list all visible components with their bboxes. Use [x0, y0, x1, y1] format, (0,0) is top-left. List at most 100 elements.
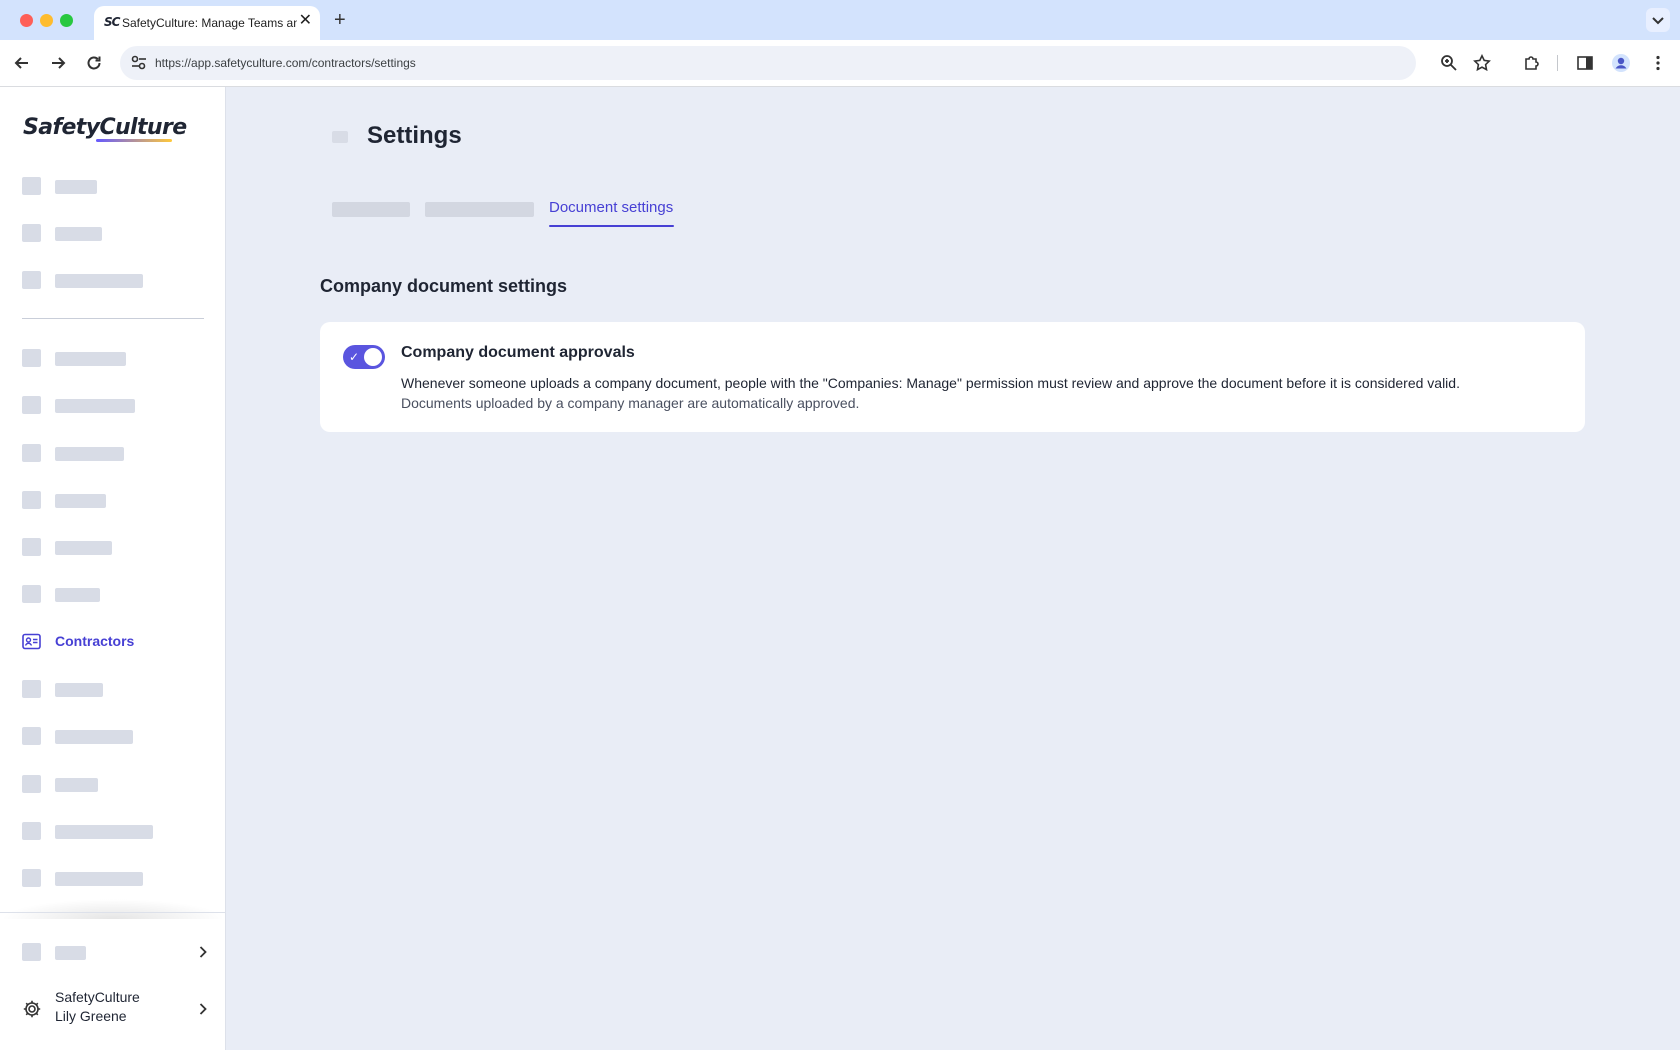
placeholder-icon [22, 177, 41, 195]
side-panel-button[interactable] [1574, 52, 1596, 74]
safetyculture-favicon-icon: SC [104, 15, 120, 29]
sidebar: SafetyCulture Contractors SafetyCulture … [0, 87, 226, 1050]
placeholder-icon [22, 585, 41, 603]
bookmark-button[interactable] [1471, 52, 1493, 74]
account-menu[interactable]: SafetyCulture Lily Greene [22, 989, 212, 1029]
address-bar[interactable]: https://app.safetyculture.com/contractor… [120, 46, 1416, 80]
side-panel-icon [1577, 56, 1593, 70]
extensions-button[interactable] [1521, 52, 1543, 74]
chevron-right-icon [199, 1003, 207, 1015]
section-title: Company document settings [320, 276, 568, 296]
placeholder-icon [22, 271, 41, 289]
sidebar-item-placeholder-3[interactable] [22, 269, 212, 291]
sidebar-item-placeholder-11[interactable] [22, 725, 212, 747]
sidebar-scroll-shadow [0, 899, 226, 919]
sidebar-item-placeholder-2[interactable] [22, 222, 212, 244]
new-tab-button[interactable]: + [334, 8, 346, 32]
placeholder-icon [22, 396, 41, 414]
sidebar-item-contractors[interactable]: Contractors [22, 631, 212, 653]
setting-description-main: Whenever someone uploads a company docum… [401, 375, 1460, 391]
reload-icon [87, 56, 101, 70]
sidebar-item-placeholder-4[interactable] [22, 347, 212, 369]
placeholder-label [55, 227, 102, 241]
browser-toolbar: https://app.safetyculture.com/contractor… [0, 40, 1680, 87]
window-minimize-button[interactable] [40, 14, 53, 27]
placeholder-label [55, 447, 124, 461]
placeholder-icon [22, 491, 41, 509]
sidebar-item-placeholder-5[interactable] [22, 394, 212, 416]
arrow-left-icon [14, 57, 28, 69]
placeholder-icon [22, 727, 41, 745]
back-placeholder-icon[interactable] [332, 131, 348, 143]
zoom-button[interactable] [1438, 52, 1460, 74]
sidebar-item-placeholder-13[interactable] [22, 820, 212, 842]
placeholder-icon [22, 224, 41, 242]
sidebar-footer-divider [0, 912, 226, 913]
placeholder-icon [22, 444, 41, 462]
sidebar-item-placeholder-8[interactable] [22, 536, 212, 558]
sidebar-item-placeholder-10[interactable] [22, 678, 212, 700]
browser-tab[interactable]: SC SafetyCulture: Manage Teams and... ✕ [94, 6, 320, 40]
placeholder-label [55, 541, 112, 555]
tab-document-settings[interactable]: Document settings [549, 199, 673, 216]
placeholder-icon [22, 538, 41, 556]
avatar-icon [1612, 54, 1630, 72]
sidebar-item-label: Contractors [55, 633, 135, 649]
sidebar-item-placeholder-12[interactable] [22, 773, 212, 795]
logo-underline [96, 139, 172, 142]
back-button[interactable] [11, 52, 33, 74]
zoom-icon [1441, 55, 1457, 71]
placeholder-icon [22, 869, 41, 887]
account-org-name: SafetyCulture [55, 989, 140, 1005]
chevron-down-icon [1652, 17, 1664, 25]
profile-button[interactable] [1610, 52, 1632, 74]
sidebar-item-placeholder-9[interactable] [22, 583, 212, 605]
placeholder-label [55, 588, 100, 602]
tab-placeholder-2[interactable] [425, 202, 534, 217]
sidebar-item-placeholder-14[interactable] [22, 867, 212, 889]
approvals-toggle[interactable]: ✓ [343, 345, 385, 369]
window-close-button[interactable] [20, 14, 33, 27]
reload-button[interactable] [83, 52, 105, 74]
placeholder-label [55, 730, 133, 744]
sidebar-item-placeholder-footer[interactable] [22, 941, 212, 963]
more-vertical-icon [1656, 55, 1660, 71]
tab-close-icon[interactable]: ✕ [299, 11, 312, 31]
contractor-card-icon [22, 633, 41, 650]
url-text: https://app.safetyculture.com/contractor… [155, 56, 416, 70]
tab-placeholder-1[interactable] [332, 202, 410, 217]
placeholder-label [55, 946, 86, 960]
setting-title: Company document approvals [401, 344, 635, 361]
window-maximize-button[interactable] [60, 14, 73, 27]
safetyculture-logo[interactable]: SafetyCulture [23, 115, 187, 140]
placeholder-label [55, 778, 98, 792]
check-icon: ✓ [349, 350, 360, 364]
setting-description: Whenever someone uploads a company docum… [401, 373, 1521, 413]
browser-menu-button[interactable] [1647, 52, 1669, 74]
placeholder-label [55, 399, 135, 413]
setting-card: ✓ Company document approvals Whenever so… [320, 322, 1585, 432]
chevron-right-icon [199, 946, 207, 958]
browser-tab-bar: SC SafetyCulture: Manage Teams and... ✕ … [0, 0, 1680, 40]
setting-description-note: Documents uploaded by a company manager … [401, 395, 860, 411]
sidebar-item-placeholder-1[interactable] [22, 175, 212, 197]
puzzle-icon [1525, 56, 1539, 70]
placeholder-label [55, 352, 126, 366]
toggle-knob [364, 348, 382, 366]
sidebar-divider [22, 318, 204, 319]
sidebar-item-placeholder-7[interactable] [22, 489, 212, 511]
browser-tab-title: SafetyCulture: Manage Teams and... [122, 16, 297, 30]
forward-button[interactable] [47, 52, 69, 74]
tab-search-button[interactable] [1646, 8, 1670, 32]
placeholder-label [55, 872, 143, 886]
toolbar-separator [1557, 55, 1558, 71]
account-user-name: Lily Greene [55, 1008, 127, 1024]
sidebar-item-placeholder-6[interactable] [22, 442, 212, 464]
page-title: Settings [367, 122, 462, 149]
placeholder-label [55, 274, 143, 288]
placeholder-label [55, 683, 103, 697]
placeholder-icon [22, 349, 41, 367]
placeholder-icon [22, 680, 41, 698]
site-settings-icon[interactable] [130, 54, 148, 72]
placeholder-icon [22, 943, 41, 961]
